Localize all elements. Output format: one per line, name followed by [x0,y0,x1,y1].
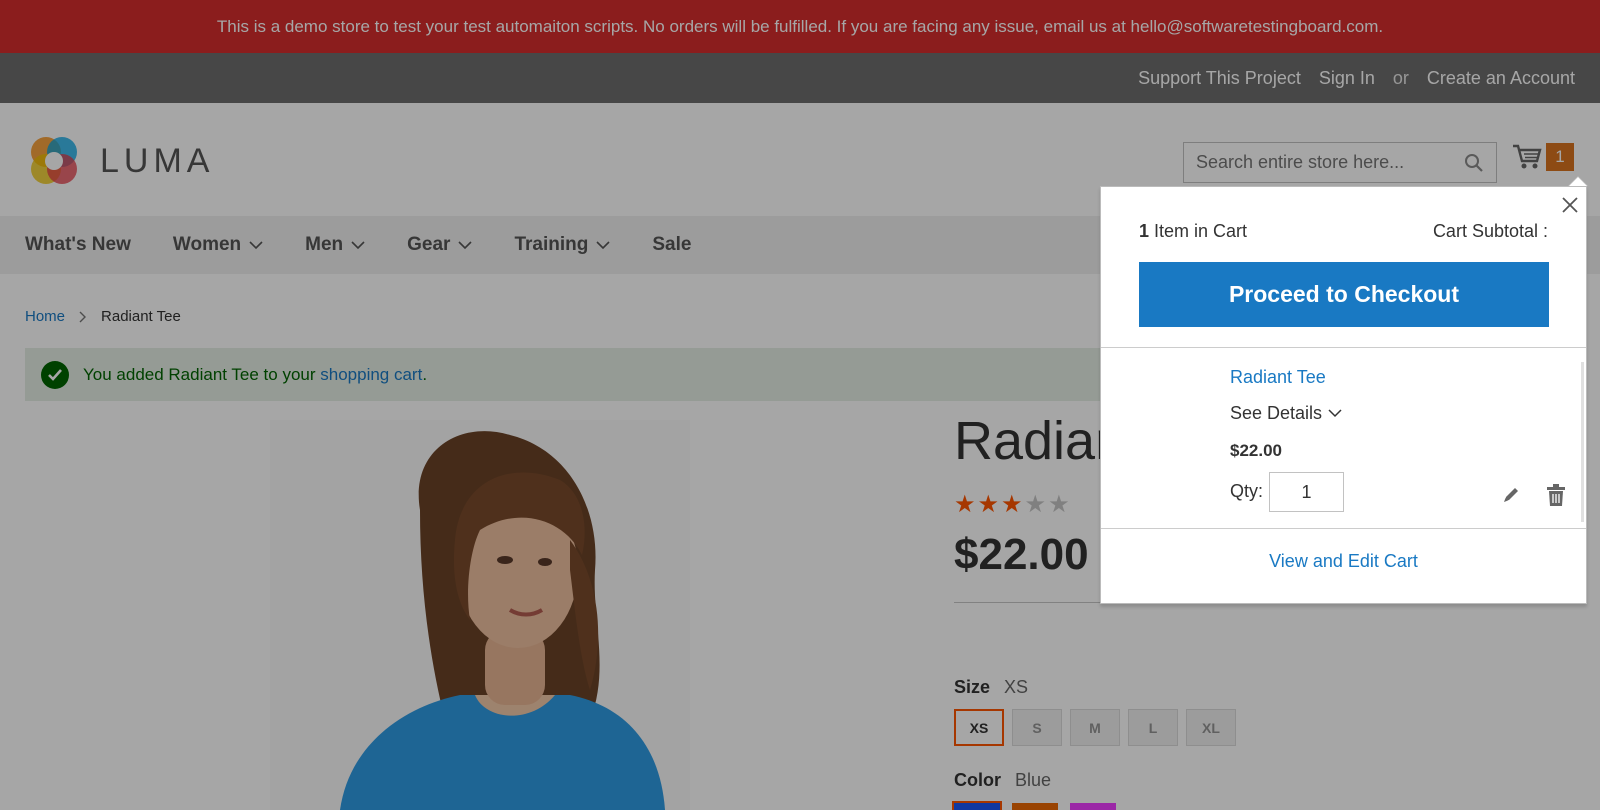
star-icon: ★ [977,491,1000,518]
divider [1101,528,1586,529]
color-selected-value: Blue [1015,770,1052,790]
nav-item-training[interactable]: Training [514,234,610,256]
nav-item-women[interactable]: Women [173,234,263,256]
shopping-cart-link[interactable]: shopping cart [320,365,422,384]
color-swatch-orange[interactable] [1012,803,1058,810]
search-input[interactable] [1196,152,1464,173]
nav-label: Gear [407,234,451,255]
pencil-edit-icon[interactable] [1501,485,1521,505]
color-swatch-blue[interactable] [952,801,1002,810]
demo-notice-banner: This is a demo store to test your test a… [0,0,1600,53]
nav-item-men[interactable]: Men [305,234,365,256]
search-box [1183,142,1497,183]
logo-text: LUMA [100,141,215,180]
chevron-down-icon [351,240,365,249]
star-icon: ★ [1001,491,1023,518]
success-message-text: You added Radiant Tee to your shopping c… [83,364,428,384]
color-attribute-label: Color Blue [954,770,1052,790]
trash-icon[interactable] [1546,483,1566,507]
star-icon: ★ [1048,491,1070,518]
minicart-item-price: $22.00 [1230,441,1282,460]
create-account-link[interactable]: Create an Account [1427,68,1575,89]
product-price: $22.00 [954,530,1089,579]
minicart-scrollbar[interactable] [1581,362,1584,522]
size-options: XS S M L XL [954,709,1236,746]
product-photo [270,420,690,810]
proceed-to-checkout-button[interactable]: Proceed to Checkout [1139,262,1549,327]
cart-icon [1513,144,1542,169]
qty-input[interactable] [1269,472,1344,512]
cart-count-badge: 1 [1546,143,1574,171]
chevron-down-icon [458,240,473,249]
close-icon[interactable] [1560,195,1580,215]
nav-item-whats-new[interactable]: What's New [25,234,131,256]
see-details-toggle[interactable]: See Details [1230,403,1342,424]
nav-label: Training [514,234,589,255]
nav-label: Women [172,234,242,255]
or-text: or [1392,67,1409,88]
minicart-subtotal-label: Cart Subtotal : [1432,221,1548,241]
minicart-dropdown: 1 Item in Cart Cart Subtotal : Proceed t… [1100,186,1587,604]
size-option-l[interactable]: L [1128,709,1178,746]
star-icon: ★ [954,491,976,518]
demo-notice-text: This is a demo store to test your test a… [216,16,1384,36]
qty-label: Qty: [1230,481,1264,501]
chevron-right-icon [79,311,87,322]
chevron-down-icon [249,240,263,249]
breadcrumb: Home Radiant Tee [25,308,181,325]
view-edit-cart-link[interactable]: View and Edit Cart [1101,551,1586,572]
nav-label: Sale [652,234,692,255]
minicart-items-count: 1 Item in Cart [1139,221,1248,241]
rating-stars[interactable]: ★ ★ ★ ★ ★ [954,490,1070,519]
color-options [952,801,1116,810]
color-swatch-purple[interactable] [1070,803,1116,810]
size-option-xl[interactable]: XL [1186,709,1236,746]
size-attribute-label: Size XS [954,677,1029,697]
chevron-down-icon [1328,409,1342,418]
logo[interactable]: LUMA [26,133,214,189]
product-image[interactable] [270,420,690,810]
luma-logo-icon [31,137,77,184]
minicart-item-name-link[interactable]: Radiant Tee [1230,367,1326,388]
divider [1101,347,1586,348]
nav-item-gear[interactable]: Gear [407,234,473,256]
size-selected-value: XS [1004,677,1029,697]
checkmark-icon [41,360,69,389]
size-option-m[interactable]: M [1070,709,1120,746]
chevron-down-icon [596,240,610,249]
size-option-s[interactable]: S [1012,709,1062,746]
minicart-toggle[interactable]: 1 [1512,143,1574,171]
support-project-link[interactable]: Support This Project [1138,68,1301,89]
sign-in-link[interactable]: Sign In [1319,68,1375,89]
search-icon[interactable] [1464,153,1484,173]
size-option-xs[interactable]: XS [954,709,1004,746]
nav-item-sale[interactable]: Sale [652,234,691,256]
breadcrumb-home-link[interactable]: Home [25,308,65,325]
breadcrumb-current: Radiant Tee [101,308,181,325]
nav-label: Men [305,234,344,255]
header-links-bar: Support This Project Sign In or Create a… [0,53,1600,103]
nav-label: What's New [25,234,131,255]
star-icon: ★ [1024,491,1047,518]
minicart-caret [1568,176,1588,186]
